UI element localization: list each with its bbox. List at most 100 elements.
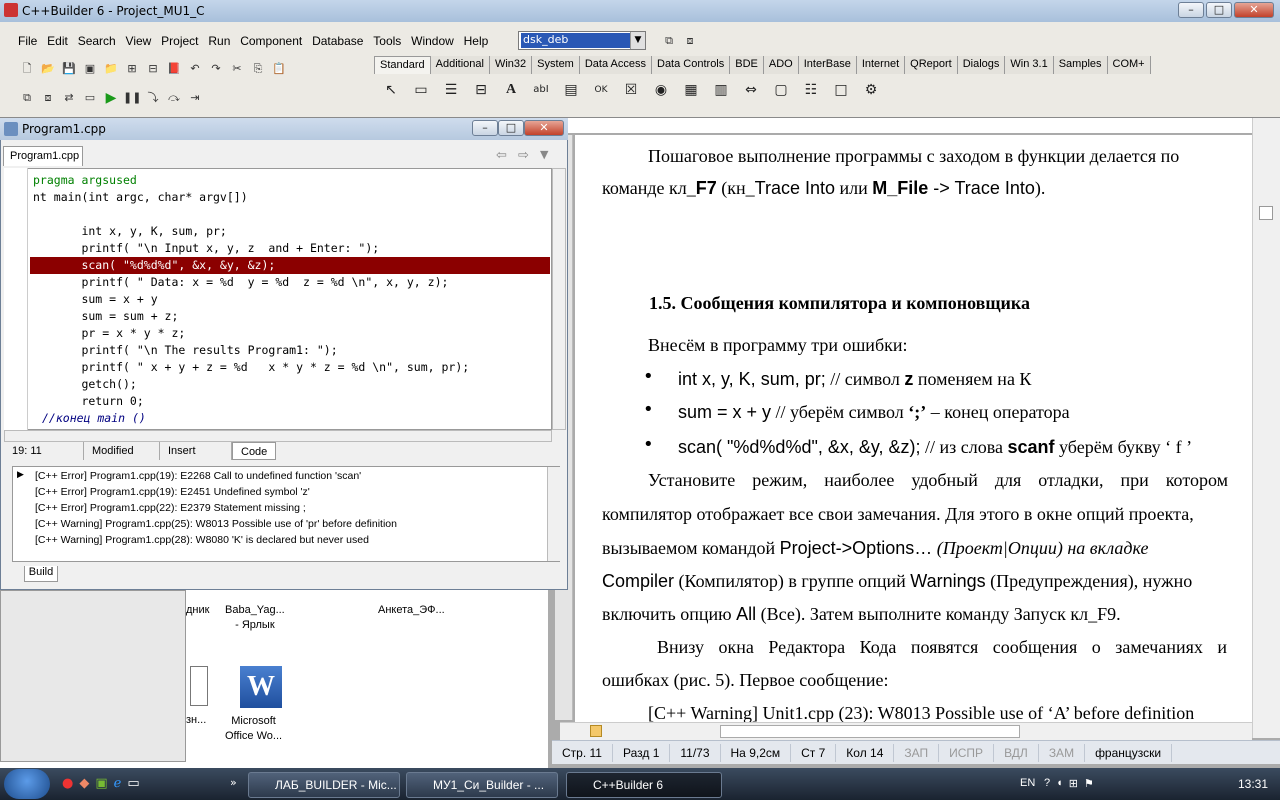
status-ext[interactable]: ВДЛ (994, 743, 1039, 762)
mainmenu-icon[interactable]: ☰ (440, 79, 462, 101)
save-icon[interactable]: 💾 (60, 60, 78, 78)
message-item[interactable]: [C++ Error] Program1.cpp(19): E2451 Unde… (35, 484, 310, 500)
start-button[interactable] (4, 769, 50, 799)
redo-icon[interactable]: ↷ (207, 60, 225, 78)
editor-maximize-button[interactable]: □ (498, 120, 524, 136)
open-project-icon[interactable]: 📁 (102, 60, 120, 78)
open-icon[interactable]: 📂 (39, 60, 57, 78)
menu-edit[interactable]: Edit (47, 34, 68, 48)
palette-tab-data-access[interactable]: Data Access (579, 56, 652, 74)
palette-tab-standard[interactable]: Standard (374, 56, 431, 74)
nav-dropdown-icon[interactable]: ▼ (540, 148, 548, 161)
pointer-icon[interactable]: ↖ (380, 79, 402, 101)
palette-tab-internet[interactable]: Internet (856, 56, 906, 74)
memo-icon[interactable]: ▤ (560, 79, 582, 101)
new-icon[interactable]: 🗋 (18, 60, 36, 78)
status-rec[interactable]: ЗАП (894, 743, 940, 762)
remove-from-project-icon[interactable]: ⊟ (144, 60, 162, 78)
clock[interactable]: 13:31 (1238, 777, 1268, 791)
cut-icon[interactable]: ✂ (228, 60, 246, 78)
menu-tools[interactable]: Tools (373, 34, 401, 48)
minimize-button[interactable]: – (1178, 2, 1204, 18)
button-icon[interactable]: OK (590, 79, 612, 101)
task-word-lab[interactable]: ЛАБ_BUILDER - Mic... (248, 772, 400, 798)
palette-tab-bde[interactable]: BDE (730, 56, 764, 74)
editor-minimize-button[interactable]: – (472, 120, 498, 136)
palette-tab-additional[interactable]: Additional (430, 56, 490, 74)
message-item[interactable]: [C++ Error] Program1.cpp(22): E2379 Stat… (35, 500, 306, 516)
run-to-cursor-icon[interactable]: ⇥ (186, 89, 204, 107)
ie-icon[interactable]: ℯ (114, 776, 122, 791)
run-icon[interactable]: ▶ (102, 89, 120, 107)
security-icon[interactable]: ⚑ (1084, 777, 1094, 790)
antivirus-icon[interactable]: ◆ (79, 776, 89, 791)
tab-program1[interactable]: Program1.cpp (3, 146, 83, 166)
desktop-icon-partial-2[interactable]: зн... (186, 714, 206, 726)
menu-help[interactable]: Help (464, 34, 489, 48)
palette-tab-qreport[interactable]: QReport (905, 56, 958, 74)
palette-tab-win31[interactable]: Win 3.1 (1005, 56, 1054, 74)
copy-icon[interactable]: ⎘ (249, 60, 267, 78)
edit-icon[interactable]: abI (530, 79, 552, 101)
scroll-thumb[interactable] (1259, 206, 1273, 220)
trace-into-icon[interactable]: ⤵ (144, 89, 162, 107)
code-horizontal-scrollbar[interactable] (4, 430, 552, 442)
popupmenu-icon[interactable]: ⊟ (470, 79, 492, 101)
palette-tab-dialogs[interactable]: Dialogs (957, 56, 1006, 74)
code-vertical-scrollbar[interactable] (552, 168, 566, 430)
nav-back-icon[interactable]: ⇦ (496, 148, 507, 163)
frame-icon[interactable]: ▭ (410, 79, 432, 101)
network-icon[interactable]: ⊞ (1069, 777, 1078, 790)
editor-close-button[interactable]: ✕ (524, 120, 564, 136)
more-icon[interactable]: » (230, 776, 237, 789)
view-unit-icon[interactable]: ⧉ (18, 89, 36, 107)
radiobutton-icon[interactable]: ◉ (650, 79, 672, 101)
desktop-icon-anketa[interactable]: Анкета_ЭФ... (378, 604, 445, 616)
task-cbuilder[interactable]: C++Builder 6 (566, 772, 722, 798)
message-item[interactable]: [C++ Error] Program1.cpp(19): E2268 Call… (35, 468, 361, 484)
pause-icon[interactable]: ❚❚ (123, 89, 141, 107)
palette-tab-system[interactable]: System (532, 56, 580, 74)
menu-file[interactable]: File (18, 34, 37, 48)
palette-tab-win32[interactable]: Win32 (489, 56, 533, 74)
menu-project[interactable]: Project (161, 34, 198, 48)
message-item[interactable]: [C++ Warning] Program1.cpp(28): W8080 'K… (35, 532, 369, 548)
paste-icon[interactable]: 📋 (270, 60, 288, 78)
menu-run[interactable]: Run (208, 34, 230, 48)
save-desktop-icon[interactable]: ⧉ (660, 32, 678, 50)
set-debug-desktop-icon[interactable]: ⧈ (681, 32, 699, 50)
palette-tab-ado[interactable]: ADO (763, 56, 799, 74)
tab-code[interactable]: Code (232, 442, 277, 460)
radiogroup-icon[interactable]: ☷ (800, 79, 822, 101)
palette-tab-interbase[interactable]: InterBase (798, 56, 857, 74)
combobox-icon[interactable]: ▥ (710, 79, 732, 101)
maximize-button[interactable]: □ (1206, 2, 1232, 18)
status-trk[interactable]: ИСПР (939, 743, 995, 762)
toggle-form-icon[interactable]: ⇄ (60, 89, 78, 107)
view-form-icon[interactable]: ⧈ (39, 89, 57, 107)
print-layout-view-icon[interactable] (590, 725, 602, 737)
scrollbar-icon[interactable]: ⇔ (740, 79, 762, 101)
undo-icon[interactable]: ↶ (186, 60, 204, 78)
help-icon[interactable]: 📕 (165, 60, 183, 78)
task-word-mu1[interactable]: МУ1_Си_Builder - ... (406, 772, 558, 798)
palette-tab-data-controls[interactable]: Data Controls (652, 56, 731, 74)
scroll-thumb[interactable] (720, 725, 1020, 738)
palette-tab-samples[interactable]: Samples (1053, 56, 1108, 74)
save-all-icon[interactable]: ▣ (81, 60, 99, 78)
message-item[interactable]: [C++ Warning] Program1.cpp(25): W8013 Po… (35, 516, 397, 532)
language-indicator[interactable]: EN (1020, 777, 1035, 789)
palette-tab-com[interactable]: COM+ (1107, 56, 1151, 74)
menu-database[interactable]: Database (312, 34, 363, 48)
horizontal-scrollbar[interactable] (560, 722, 1252, 740)
add-to-project-icon[interactable]: ⊞ (123, 60, 141, 78)
help-icon[interactable]: ? (1044, 777, 1050, 790)
desktop-icon-ms-office-word[interactable]: Microsoft Office Wo... (225, 714, 282, 744)
word-app-icon[interactable]: W (240, 666, 282, 708)
new-form-icon[interactable]: ▭ (81, 89, 99, 107)
menu-search[interactable]: Search (78, 34, 116, 48)
listbox-icon[interactable]: ▦ (680, 79, 702, 101)
show-desktop-icon[interactable]: ▭ (127, 776, 139, 791)
desktop-config-select[interactable]: dsk_deb ▼ (518, 31, 646, 50)
chevron-down-icon[interactable]: ▼ (630, 32, 645, 49)
